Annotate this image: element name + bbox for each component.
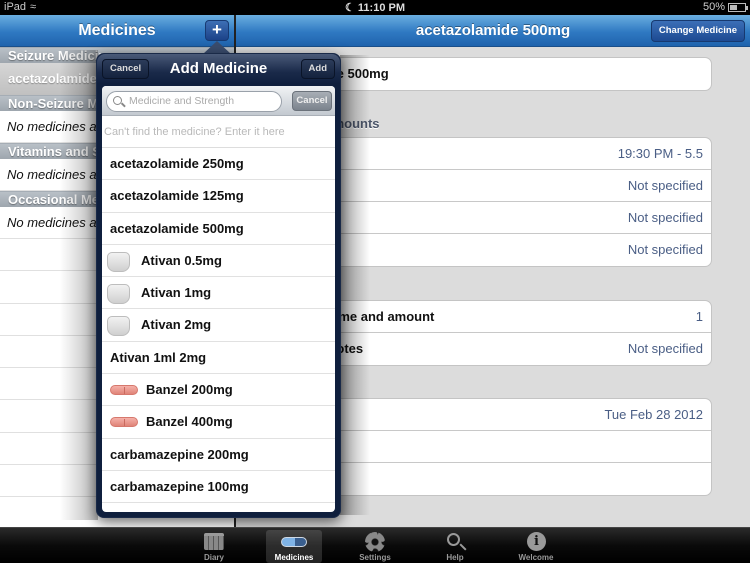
tab-label: Help <box>446 553 464 562</box>
tab-settings[interactable]: Settings <box>347 530 403 563</box>
medicine-option[interactable]: carbamazepine 200mg <box>102 439 335 471</box>
popover-shadow <box>60 50 98 520</box>
battery-fill <box>730 4 737 10</box>
tablet-icon <box>107 284 130 305</box>
medicine-option-label: acetazolamide 500mg <box>110 220 244 236</box>
medicine-option-label: acetazolamide 125mg <box>110 188 244 204</box>
search-input[interactable]: Medicine and Strength <box>106 91 282 112</box>
medicine-option-label: Ativan 2mg <box>141 317 212 333</box>
tab-diary[interactable]: Diary <box>186 530 242 563</box>
info-icon: i <box>527 532 546 551</box>
popover-add-button[interactable]: Add <box>300 59 335 79</box>
medicine-option-label: acetazolamide 250mg <box>110 156 244 171</box>
medicine-option-label: carbamazepine 100mg <box>110 478 249 494</box>
master-title: Medicines <box>78 22 156 39</box>
medicine-option-label: carbamazepine 200mg <box>110 446 249 462</box>
gear-icon <box>365 532 385 552</box>
magnifier-icon <box>447 533 460 546</box>
popover-shadow <box>340 55 370 515</box>
clock: 11:10 PM <box>357 2 406 14</box>
medicine-option-label: Banzel 400mg <box>146 414 233 430</box>
medicine-option[interactable]: Banzel 200mg <box>102 374 335 407</box>
medicine-option[interactable]: acetazolamide 250mg <box>102 148 335 181</box>
search-icon <box>113 96 122 105</box>
medicine-option-label: Ativan 0.5mg <box>141 252 222 268</box>
search-placeholder: Medicine and Strength <box>129 95 235 107</box>
notes-row-value: Not specified <box>627 341 703 356</box>
tab-medicines[interactable]: Medicines <box>266 530 322 563</box>
change-medicine-button[interactable]: Change Medicine <box>650 20 745 42</box>
master-navbar: Medicines + <box>0 15 234 47</box>
time-row-value: Not specified <box>627 178 703 193</box>
medicine-list: acetazolamide 250mg acetazolamide 125mg ac… <box>102 148 335 504</box>
medicine-option[interactable]: Banzel 400mg <box>102 406 335 439</box>
medicine-option[interactable]: acetazolamide 500mg <box>102 213 335 245</box>
add-medicine-button[interactable]: + <box>205 20 229 41</box>
tab-label: Medicines <box>274 553 314 562</box>
time-row-value: Not specified <box>627 210 703 225</box>
amount-row-value: 1 <box>695 309 703 324</box>
medicine-option[interactable]: Ativan 1ml 2mg <box>102 342 335 375</box>
custom-medicine-entry[interactable]: Can't find the medicine? Enter it here <box>102 116 335 148</box>
medicine-option-label: Banzel 200mg <box>146 382 233 398</box>
popover-body: Medicine and Strength Cancel Can't find … <box>102 86 335 512</box>
medicine-option[interactable]: carbamazepine 100mg <box>102 471 335 504</box>
medicine-option[interactable]: acetazolamide 125mg <box>102 180 335 213</box>
pill-icon <box>110 385 138 396</box>
search-cancel-button[interactable]: Cancel <box>292 91 332 111</box>
battery-percent: 50% <box>702 1 725 13</box>
tab-welcome[interactable]: i Welcome <box>508 530 564 563</box>
medicine-option[interactable]: Ativan 0.5mg <box>102 245 335 278</box>
medicine-option[interactable]: Ativan 2mg <box>102 309 335 342</box>
tab-label: Welcome <box>518 553 554 562</box>
medicine-option[interactable]: Ativan 1mg <box>102 277 335 310</box>
add-medicine-popover: Add Medicine Cancel Add Medicine and Str… <box>96 53 341 518</box>
time-row-value: 19:30 PM - 5.5 <box>617 146 703 161</box>
tablet-icon <box>107 251 130 272</box>
tab-label: Settings <box>359 553 391 562</box>
tab-bar: Diary Medicines Settings Help i Welcome <box>0 527 750 563</box>
moon-icon: ☾ <box>344 2 355 14</box>
detail-navbar: acetazolamide 500mg Change Medicine <box>236 15 750 47</box>
capsule-icon <box>281 537 307 547</box>
tab-label: Diary <box>203 553 224 562</box>
calendar-icon <box>204 533 224 550</box>
tab-help[interactable]: Help <box>427 530 483 563</box>
medicine-option-label: Ativan 1ml 2mg <box>110 349 207 365</box>
pill-icon <box>110 417 138 428</box>
tablet-icon <box>107 316 130 337</box>
popover-cancel-button[interactable]: Cancel <box>102 59 150 79</box>
search-bar: Medicine and Strength Cancel <box>102 86 335 116</box>
battery-icon <box>728 2 748 12</box>
popover-header: Add Medicine Cancel Add <box>97 54 340 84</box>
medicine-option-label: Ativan 1mg <box>141 285 212 301</box>
date-row-value: Tue Feb 28 2012 <box>604 407 703 422</box>
time-row-value: Not specified <box>627 242 703 257</box>
status-bar: iPad ≈ ☾ 11:10 PM 50% <box>0 0 750 15</box>
